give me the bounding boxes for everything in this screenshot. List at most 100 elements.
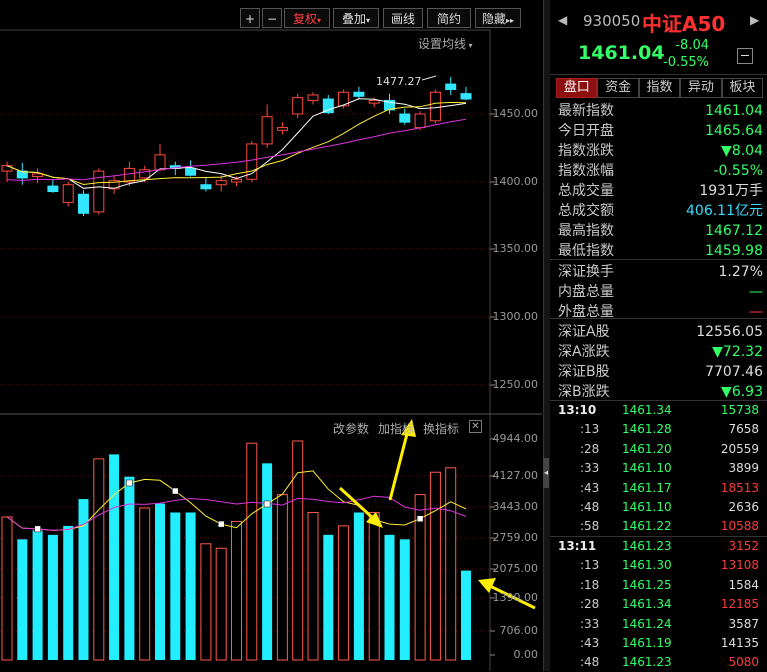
volume-tick-label: 3443.00: [492, 500, 539, 513]
tick-row: :33 1461.24 3587: [550, 615, 767, 634]
chart-area[interactable]: + − 复权▾ 叠加▾ 画线 简约 隐藏▸▸ 设置均线 ▾ 改参数 加指标 换指…: [0, 0, 542, 671]
volume-bar: [384, 534, 395, 660]
candle-body: [123, 167, 135, 183]
volume-bar: [338, 525, 350, 661]
quote-row: 总成交额 406.11亿元: [558, 201, 763, 221]
tab-zhishu[interactable]: 指数: [638, 78, 681, 98]
simple-mode-button[interactable]: 简约: [427, 8, 471, 28]
candle-body: [78, 193, 89, 214]
quote-row-label: 深A涨跌: [558, 344, 610, 360]
prev-stock-icon[interactable]: ◀: [558, 13, 567, 27]
tab-yidong[interactable]: 异动: [680, 78, 722, 98]
volume-ma-marker: [126, 479, 133, 487]
quote-row-label: 总成交量: [558, 183, 614, 199]
quote-row: 指数涨跌 ▼8.04: [558, 141, 763, 161]
volume-tick-label: 2075.00: [492, 562, 539, 575]
zoom-in-button[interactable]: +: [240, 8, 260, 28]
add-indicator-button[interactable]: 加指标: [378, 420, 414, 437]
quote-row: 深证换手 1.27%: [558, 262, 763, 282]
tick-price: 1461.19: [622, 636, 672, 650]
candle-body: [292, 97, 304, 115]
tick-price: 1461.17: [622, 480, 672, 495]
ma-settings-button[interactable]: 设置均线 ▾: [418, 35, 473, 52]
candle-body: [307, 94, 319, 101]
tick-price: 1461.23: [622, 539, 672, 553]
volume-bar: [368, 511, 380, 661]
max-price-pointer: [421, 75, 437, 81]
quote-row-value: ▼72.32: [712, 344, 763, 360]
section-divider: [550, 318, 767, 319]
next-stock-icon[interactable]: ▶: [750, 13, 759, 27]
volume-bar: [155, 503, 165, 660]
quote-row: 深证A股 12556.05: [558, 322, 763, 342]
quote-row: 深证B股 7707.46: [558, 362, 763, 382]
zoom-out-button[interactable]: −: [262, 8, 282, 28]
volume-bar: [429, 471, 441, 661]
tick-row: :28 1461.34 12185: [550, 595, 767, 614]
annotation-arrow-2: [388, 429, 410, 501]
price-change-pct: -0.55%: [663, 55, 709, 70]
quote-row: 深A涨跌 ▼72.32: [558, 342, 763, 362]
current-price: 1461.04: [578, 42, 665, 64]
hide-button[interactable]: 隐藏▸▸: [475, 8, 521, 28]
overlay-label: 叠加: [341, 12, 366, 26]
quote-row: 总成交量 1931万手: [558, 181, 763, 201]
tab-zijin[interactable]: 资金: [597, 78, 639, 98]
ma-settings-label: 设置均线: [418, 37, 467, 51]
max-price-label: 1477.27: [376, 75, 422, 88]
tick-time: :18: [580, 577, 600, 592]
volume-ma-marker: [172, 487, 179, 495]
quote-row: 外盘总量 —: [558, 302, 763, 322]
volume-tick-label: 2759.00: [492, 531, 539, 544]
candlestick-chart[interactable]: [0, 0, 542, 671]
tick-time: :13: [580, 422, 600, 437]
volume-bar: [63, 525, 74, 660]
volume-bar: [185, 512, 196, 660]
quote-row-value: 1465.64: [705, 123, 763, 139]
tick-time: :48: [580, 655, 600, 670]
fuquan-label: 复权: [292, 12, 317, 26]
tick-time: :13: [580, 558, 600, 573]
overlay-dropdown-icon: ▾: [366, 16, 371, 25]
candle-body: [200, 184, 212, 190]
tick-price: 1461.10: [622, 500, 672, 514]
volume-bar: [399, 539, 410, 660]
tick-volume: 3899: [728, 461, 759, 476]
volume-tick-label: 1390.00: [492, 591, 539, 604]
switch-indicator-button[interactable]: 换指标: [423, 420, 459, 437]
volume-bar: [323, 534, 334, 660]
tick-row: :13 1461.30 13108: [550, 556, 767, 575]
quote-row-label: 内盘总量: [558, 284, 614, 300]
quote-row-value: -0.55%: [713, 163, 763, 179]
quote-row: 最新指数 1461.04: [558, 101, 763, 121]
volume-tick-label: 706.00: [499, 624, 539, 637]
tab-pankou[interactable]: 盘口: [556, 78, 598, 98]
collapse-handle-icon[interactable]: ◂: [543, 458, 549, 488]
quote-row-label: 最新指数: [558, 103, 614, 119]
fuquan-button[interactable]: 复权▾: [284, 8, 330, 28]
minimize-button[interactable]: [737, 48, 753, 64]
candle-body: [154, 154, 166, 171]
quote-row-label: 最低指数: [558, 243, 614, 259]
stock-code: 930050: [583, 12, 641, 30]
candle-body: [429, 91, 441, 122]
overlay-button[interactable]: 叠加▾: [333, 8, 379, 28]
volume-bar: [170, 512, 181, 660]
volume-bar: [139, 507, 151, 661]
tick-row: :48 1461.23 5080: [550, 653, 767, 672]
change-params-button[interactable]: 改参数: [333, 420, 369, 437]
quote-row-label: 深证换手: [558, 264, 614, 280]
tick-price: 1461.24: [622, 616, 672, 631]
tab-bankuai[interactable]: 板块: [721, 78, 764, 98]
price-tick-label: 1450.00: [492, 107, 539, 120]
draw-line-button[interactable]: 画线: [383, 8, 423, 28]
quote-row-value: 7707.46: [705, 364, 763, 380]
quote-row-label: 指数涨跌: [558, 143, 614, 159]
tick-volume: 7658: [728, 422, 759, 437]
tick-volume: 1584: [728, 577, 759, 592]
tick-volume: 15738: [720, 403, 759, 417]
volume-ma-marker: [416, 515, 424, 522]
candle-body: [62, 184, 74, 203]
fuquan-dropdown-icon: ▾: [317, 16, 322, 25]
more-icon: ▸▸: [505, 16, 515, 25]
